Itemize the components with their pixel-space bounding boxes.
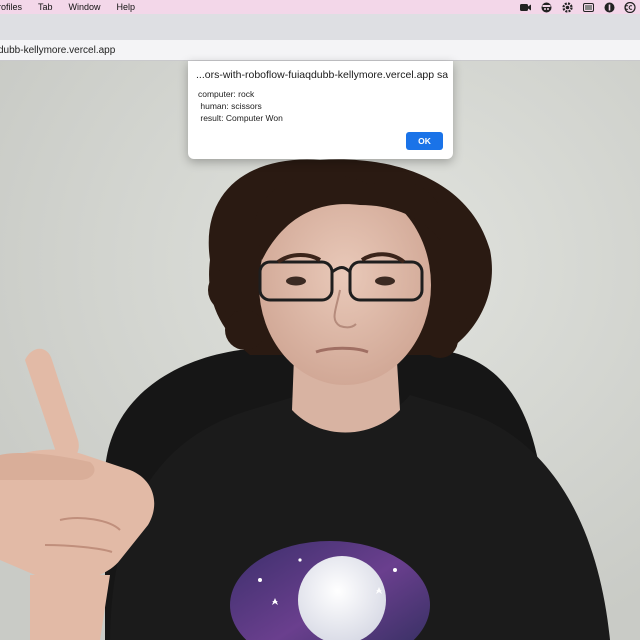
info-icon[interactable]	[603, 1, 615, 13]
menu-window[interactable]: Window	[69, 2, 101, 12]
url-text[interactable]: dubb-kellymore.vercel.app	[0, 45, 115, 56]
window-icon[interactable]	[582, 1, 594, 13]
browser-tabstrip	[0, 14, 640, 40]
cc-icon[interactable]	[624, 1, 636, 13]
status-tray	[519, 1, 636, 13]
alert-dialog: ...ors-with-roboflow-fuiaqdubb-kellymore…	[188, 61, 453, 159]
alert-line-computer: computer: rock	[198, 89, 255, 99]
alert-title: ...ors-with-roboflow-fuiaqdubb-kellymore…	[196, 69, 448, 81]
alert-line-human: human: scissors	[198, 101, 262, 111]
pirate-icon[interactable]	[540, 1, 552, 13]
menu-help[interactable]: Help	[117, 2, 136, 12]
menu-profiles[interactable]: rofiles	[0, 2, 22, 12]
camera-icon[interactable]	[519, 1, 531, 13]
alert-line-result: result: Computer Won	[198, 113, 283, 123]
menu-tab[interactable]: Tab	[38, 2, 53, 12]
address-bar[interactable]: dubb-kellymore.vercel.app	[0, 40, 640, 61]
screen: rofiles Tab Window Help dubb-kellymore.v…	[0, 0, 640, 640]
macos-menubar: rofiles Tab Window Help	[0, 0, 640, 14]
ok-button[interactable]: OK	[406, 132, 443, 150]
gear-icon[interactable]	[561, 1, 573, 13]
